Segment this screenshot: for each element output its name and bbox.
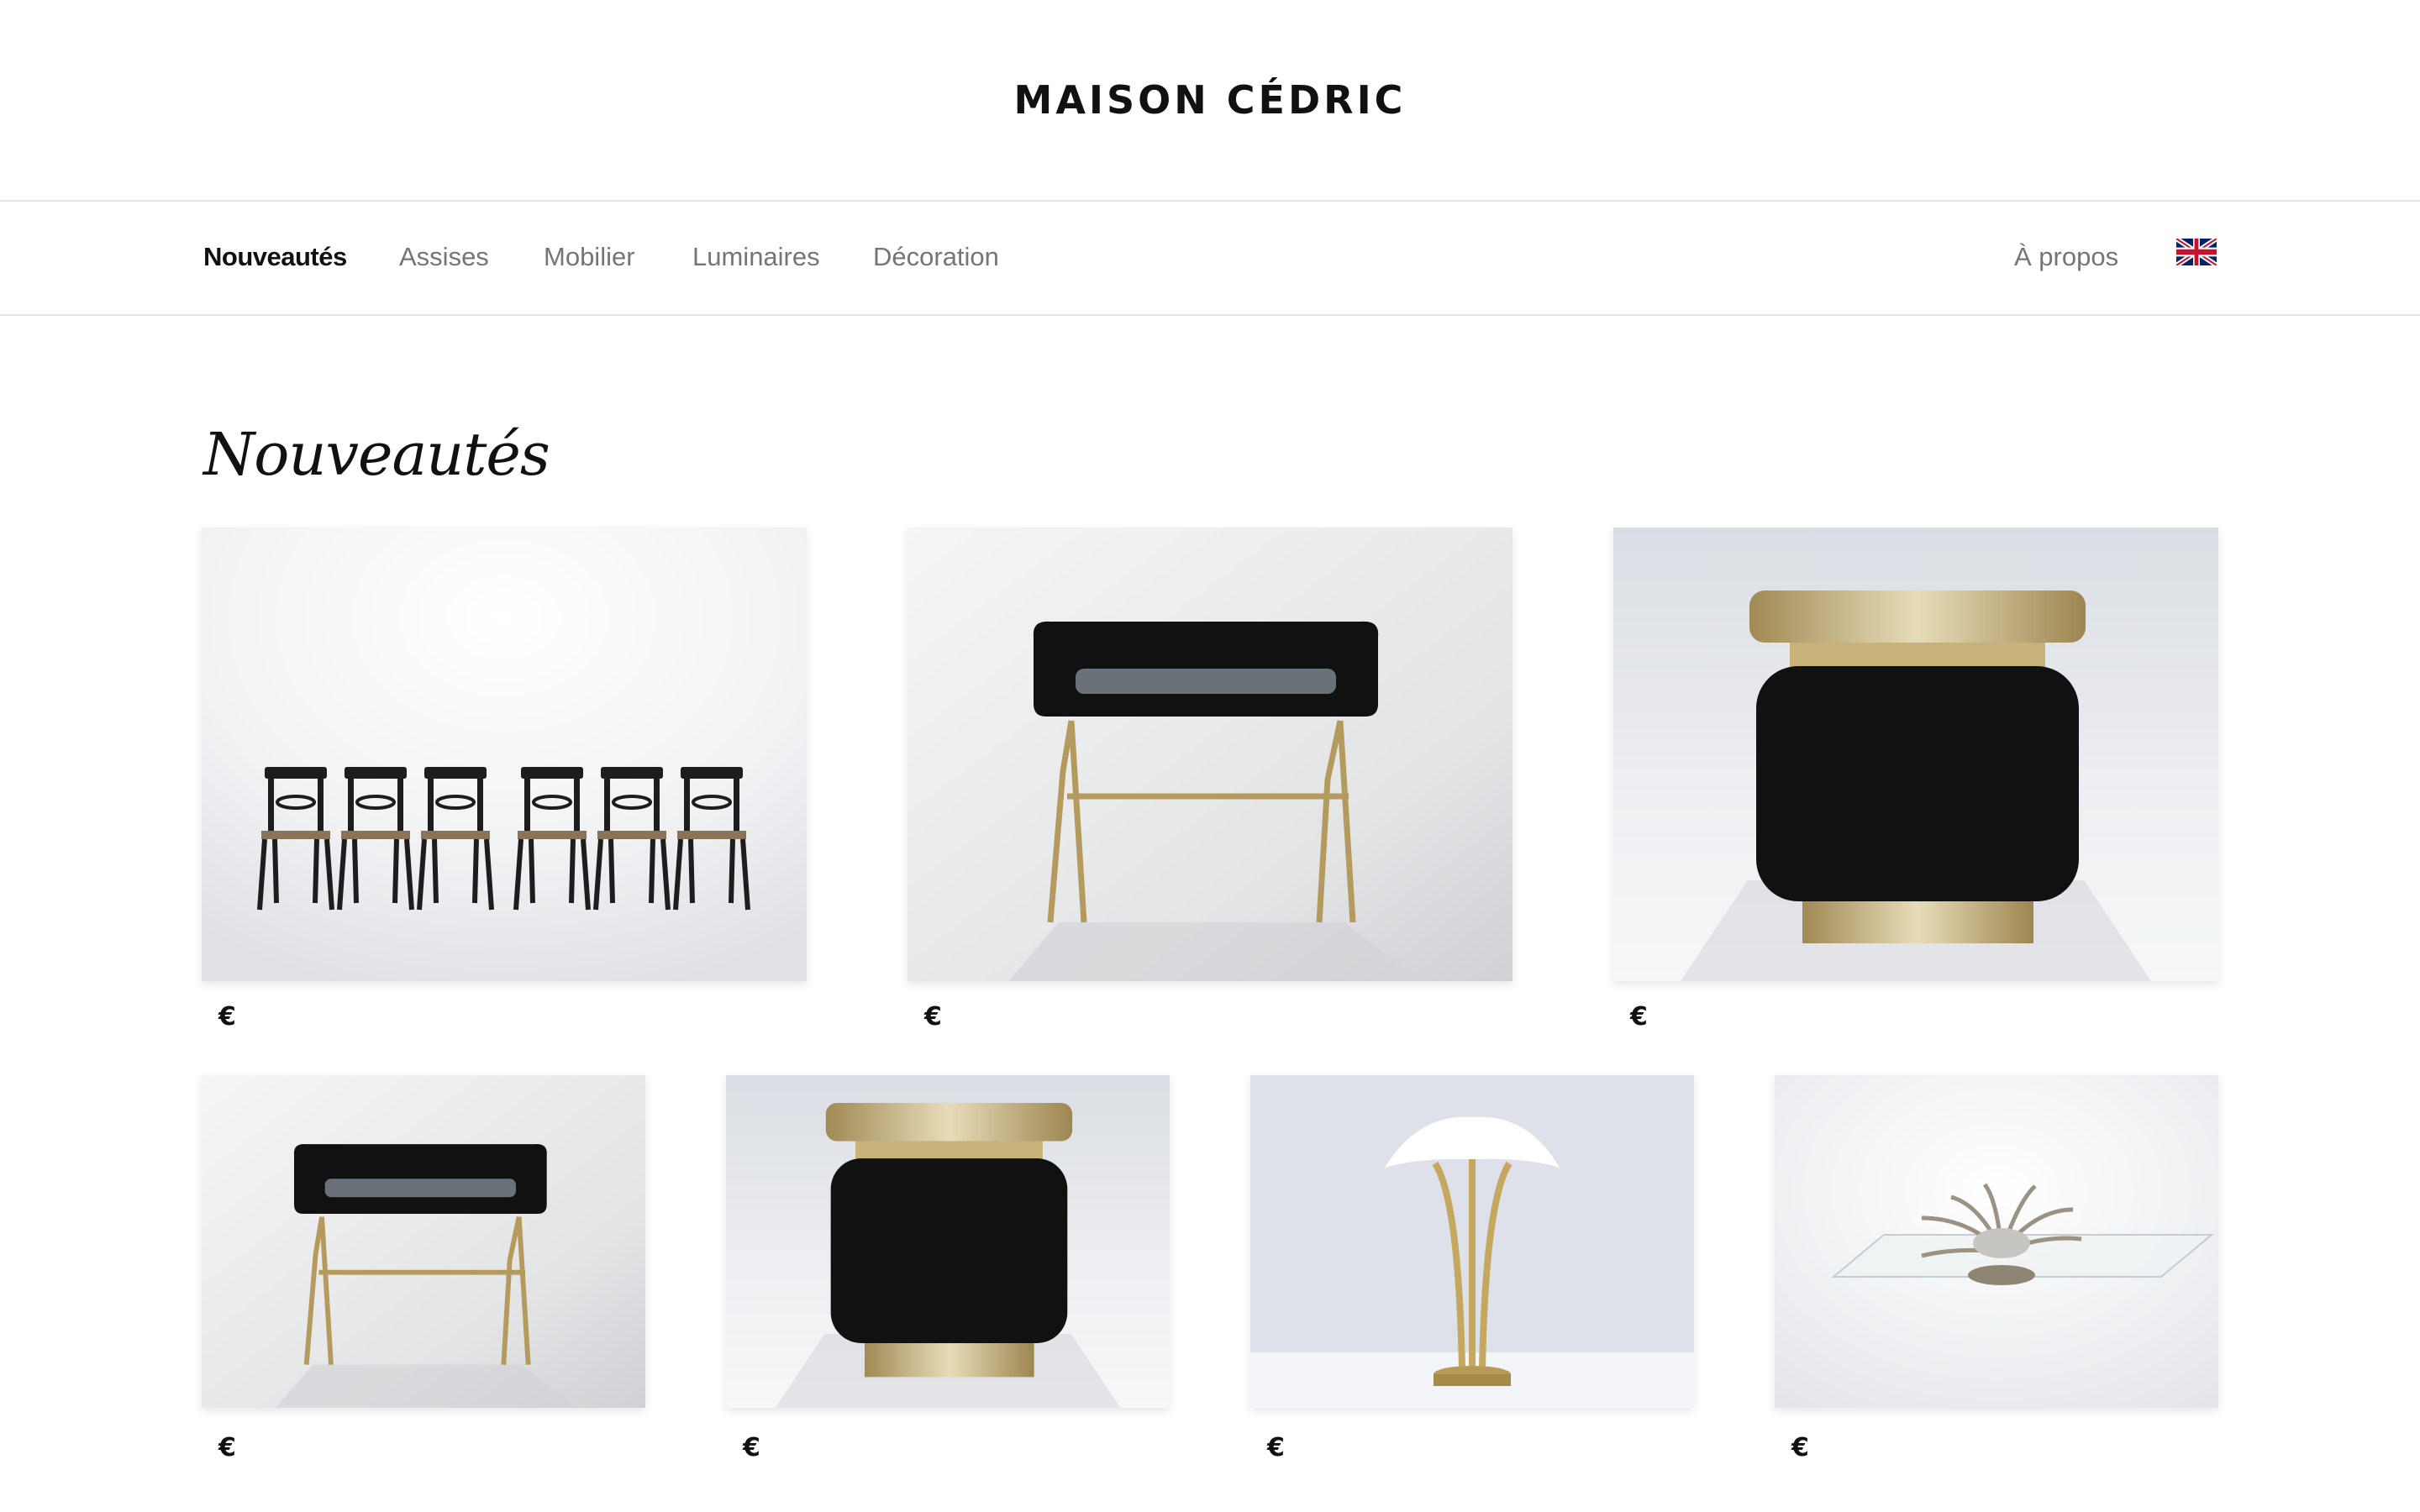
product-price: €	[924, 1002, 942, 1032]
main-nav: Nouveautés Assises Mobilier Luminaires D…	[0, 202, 2420, 316]
product-price: €	[1791, 1433, 1809, 1462]
product-photo-cabinet[interactable]	[726, 1075, 1170, 1408]
nav-item-a-propos[interactable]: À propos	[2014, 240, 2118, 274]
product-card[interactable]: €	[202, 528, 807, 1032]
product-price: €	[1630, 1002, 1648, 1032]
product-photo-cabinet[interactable]	[1613, 528, 2218, 981]
product-card[interactable]: €	[202, 1075, 645, 1478]
nav-item-decoration[interactable]: Décoration	[873, 240, 999, 274]
product-price: €	[743, 1433, 760, 1462]
product-photo-lamp[interactable]	[1250, 1075, 1694, 1408]
nav-item-assises[interactable]: Assises	[399, 240, 489, 274]
product-price: €	[218, 1433, 236, 1462]
nav-item-nouveautes[interactable]: Nouveautés	[203, 240, 347, 274]
product-card[interactable]: €	[908, 528, 1512, 1032]
product-photo-coffee-table[interactable]	[1775, 1075, 2218, 1408]
product-price: €	[1267, 1433, 1285, 1462]
product-photo-chairs[interactable]	[202, 528, 807, 981]
site-header: MAISON CÉDRIC	[0, 0, 2420, 202]
nav-item-luminaires[interactable]: Luminaires	[692, 240, 820, 274]
product-card[interactable]: €	[1775, 1075, 2218, 1478]
product-price: €	[218, 1002, 236, 1032]
brand-logo[interactable]: MAISON CÉDRIC	[0, 77, 2420, 123]
product-card[interactable]: €	[1613, 528, 2218, 1032]
product-photo-tray-table[interactable]	[908, 528, 1512, 981]
nav-item-mobilier[interactable]: Mobilier	[544, 240, 635, 274]
page-title: Nouveautés	[203, 420, 550, 489]
product-photo-tray-table[interactable]	[202, 1075, 645, 1408]
product-card[interactable]: €	[1250, 1075, 1694, 1478]
product-card[interactable]: €	[726, 1075, 1170, 1478]
uk-flag-icon[interactable]	[2176, 239, 2217, 265]
